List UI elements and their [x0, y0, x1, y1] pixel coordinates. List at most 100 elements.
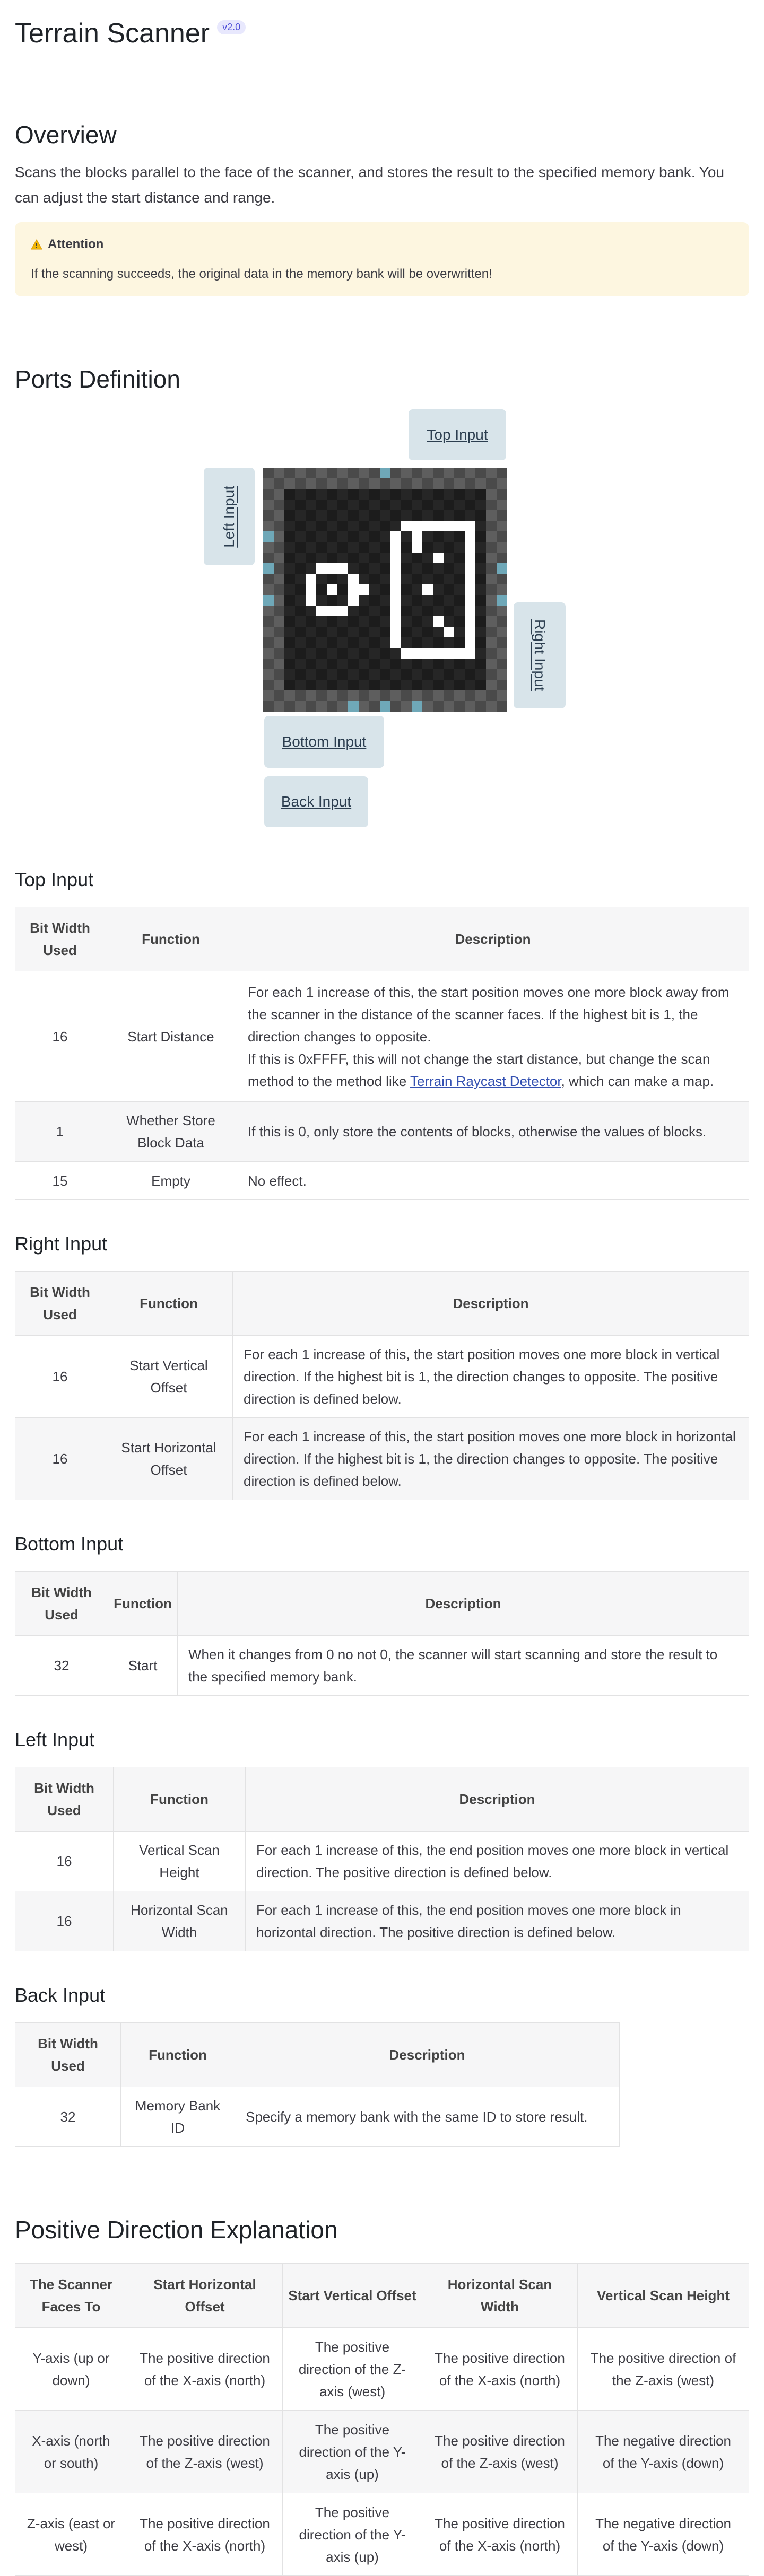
cell-bits: 16	[15, 971, 105, 1102]
cell-description: Specify a memory bank with the same ID t…	[235, 2087, 620, 2147]
col-description: Description	[232, 1271, 749, 1336]
port-back-input[interactable]: Back Input	[264, 776, 368, 827]
cell-bits: 1	[15, 1101, 105, 1162]
cell-vertical-height: The negative direction of the Y-axis (do…	[577, 2410, 749, 2493]
cell-description: For each 1 increase of this, the start p…	[232, 1417, 749, 1500]
left-input-table: Bit Width Used Function Description 16 V…	[15, 1767, 749, 1951]
col-function: Function	[105, 1271, 233, 1336]
port-back-label: Back Input	[281, 793, 352, 810]
cell-horizontal-width: The positive direction of the X-axis (no…	[422, 2327, 578, 2411]
port-bottom-input[interactable]: Bottom Input	[264, 716, 384, 768]
cell-bits: 16	[15, 1335, 105, 1418]
col-function: Function	[108, 1571, 178, 1636]
port-right-input[interactable]: Right Input	[514, 602, 566, 708]
top-input-heading: Top Input	[15, 869, 94, 890]
cell-vertical-height: The positive direction of the Z-axis (we…	[577, 2327, 749, 2411]
cell-bits: 16	[15, 1891, 114, 1951]
cell-description: For each 1 increase of this, the start p…	[237, 971, 749, 1102]
port-bottom-label: Bottom Input	[282, 733, 367, 750]
attention-title-row: Attention	[31, 237, 733, 252]
cell-description: For each 1 increase of this, the end pos…	[245, 1831, 749, 1891]
cell-faces: Y-axis (up or down)	[15, 2327, 127, 2411]
col-bit-width: Bit Width Used	[15, 1271, 105, 1336]
cell-function: Whether Store Block Data	[105, 1101, 237, 1162]
left-input-heading: Left Input	[15, 1729, 95, 1750]
col-function: Function	[105, 907, 237, 971]
terrain-raycast-detector-link[interactable]: Terrain Raycast Detector	[410, 1073, 561, 1089]
cell-start-vertical: The positive direction of the Y-axis (up…	[282, 2410, 422, 2493]
port-top-input[interactable]: Top Input	[409, 409, 506, 460]
col-description: Description	[237, 907, 749, 971]
overview-text: Scans the blocks parallel to the face of…	[15, 164, 725, 206]
description-text: For each 1 increase of this, the start p…	[248, 984, 730, 1045]
port-left-input[interactable]: Left Input	[204, 468, 255, 565]
cell-start-horizontal: The positive direction of the X-axis (no…	[127, 2327, 283, 2411]
col-bit-width: Bit Width Used	[15, 1767, 114, 1832]
cell-description: When it changes from 0 no not 0, the sca…	[177, 1635, 749, 1696]
cell-horizontal-width: The positive direction of the X-axis (no…	[422, 2493, 578, 2576]
cell-description: If this is 0, only store the contents of…	[237, 1101, 749, 1162]
table-row: Z-axis (east or west) The positive direc…	[15, 2493, 749, 2576]
cell-function: Start Vertical Offset	[105, 1335, 233, 1418]
attention-text: If the scanning succeeds, the original d…	[31, 267, 492, 281]
col-bit-width: Bit Width Used	[15, 1571, 108, 1636]
cell-function: Horizontal Scan Width	[113, 1891, 246, 1951]
warning-icon	[31, 239, 42, 250]
table-row: 16 Start Vertical Offset For each 1 incr…	[15, 1335, 749, 1418]
cell-function: Start Distance	[105, 971, 237, 1102]
cell-function: Start Horizontal Offset	[105, 1417, 233, 1500]
ports-heading: Ports Definition	[15, 365, 180, 393]
col-description: Description	[177, 1571, 749, 1636]
port-left-label: Left Input	[221, 485, 237, 548]
attention-box: Attention If the scanning succeeds, the …	[15, 222, 749, 296]
table-row: 16 Start Distance For each 1 increase of…	[15, 971, 749, 1102]
title-row: Terrain Scanner v2.0	[15, 0, 749, 50]
version-badge: v2.0	[217, 20, 246, 34]
col-description: Description	[245, 1767, 749, 1832]
overview-heading: Overview	[15, 121, 117, 148]
description-text: , which can make a map.	[561, 1073, 714, 1089]
cell-bits: 32	[15, 1635, 108, 1696]
col-function: Function	[120, 2022, 235, 2087]
positive-direction-table: The Scanner Faces To Start Horizontal Of…	[15, 2263, 749, 2576]
bottom-input-table: Bit Width Used Function Description 32 S…	[15, 1571, 749, 1696]
cell-start-horizontal: The positive direction of the Z-axis (we…	[127, 2410, 283, 2493]
terrain-scanner-icon	[263, 468, 507, 712]
cell-description: For each 1 increase of this, the start p…	[232, 1335, 749, 1418]
right-input-table: Bit Width Used Function Description 16 S…	[15, 1271, 749, 1500]
cell-bits: 32	[15, 2087, 121, 2147]
table-header-row: Bit Width Used Function Description	[15, 2022, 620, 2087]
table-row: Y-axis (up or down) The positive directi…	[15, 2327, 749, 2411]
right-input-heading: Right Input	[15, 1233, 108, 1255]
table-row: 1 Whether Store Block Data If this is 0,…	[15, 1101, 749, 1162]
col-scanner-faces: The Scanner Faces To	[15, 2263, 127, 2328]
table-header-row: Bit Width Used Function Description	[15, 907, 749, 971]
port-top-label: Top Input	[427, 426, 488, 443]
cell-start-horizontal: The positive direction of the X-axis (no…	[127, 2493, 283, 2576]
cell-function: Empty	[105, 1161, 237, 1200]
ports-diagram: Top Input Left Input Right Input Bottom …	[15, 404, 749, 827]
cell-faces: X-axis (north or south)	[15, 2410, 127, 2493]
positive-direction-heading: Positive Direction Explanation	[15, 2216, 338, 2244]
cell-function: Start	[108, 1635, 178, 1696]
table-header-row: The Scanner Faces To Start Horizontal Of…	[15, 2263, 749, 2328]
cell-start-vertical: The positive direction of the Z-axis (we…	[282, 2327, 422, 2411]
top-input-table: Bit Width Used Function Description 16 S…	[15, 907, 749, 1200]
back-input-heading: Back Input	[15, 1984, 106, 2006]
col-description: Description	[235, 2022, 620, 2087]
col-start-horizontal-offset: Start Horizontal Offset	[127, 2263, 283, 2328]
table-row: 32 Memory Bank ID Specify a memory bank …	[15, 2087, 620, 2147]
cell-bits: 15	[15, 1161, 105, 1200]
table-row: 16 Horizontal Scan Width For each 1 incr…	[15, 1891, 749, 1951]
cell-function: Memory Bank ID	[120, 2087, 235, 2147]
back-input-table: Bit Width Used Function Description 32 M…	[15, 2022, 620, 2147]
cell-function: Vertical Scan Height	[113, 1831, 246, 1891]
col-bit-width: Bit Width Used	[15, 907, 105, 971]
cell-description: No effect.	[237, 1161, 749, 1200]
col-start-vertical-offset: Start Vertical Offset	[282, 2263, 422, 2328]
col-function: Function	[113, 1767, 246, 1832]
cell-start-vertical: The positive direction of the Y-axis (up…	[282, 2493, 422, 2576]
table-row: 32 Start When it changes from 0 no not 0…	[15, 1635, 749, 1696]
table-header-row: Bit Width Used Function Description	[15, 1571, 749, 1636]
col-vertical-scan-height: Vertical Scan Height	[577, 2263, 749, 2328]
